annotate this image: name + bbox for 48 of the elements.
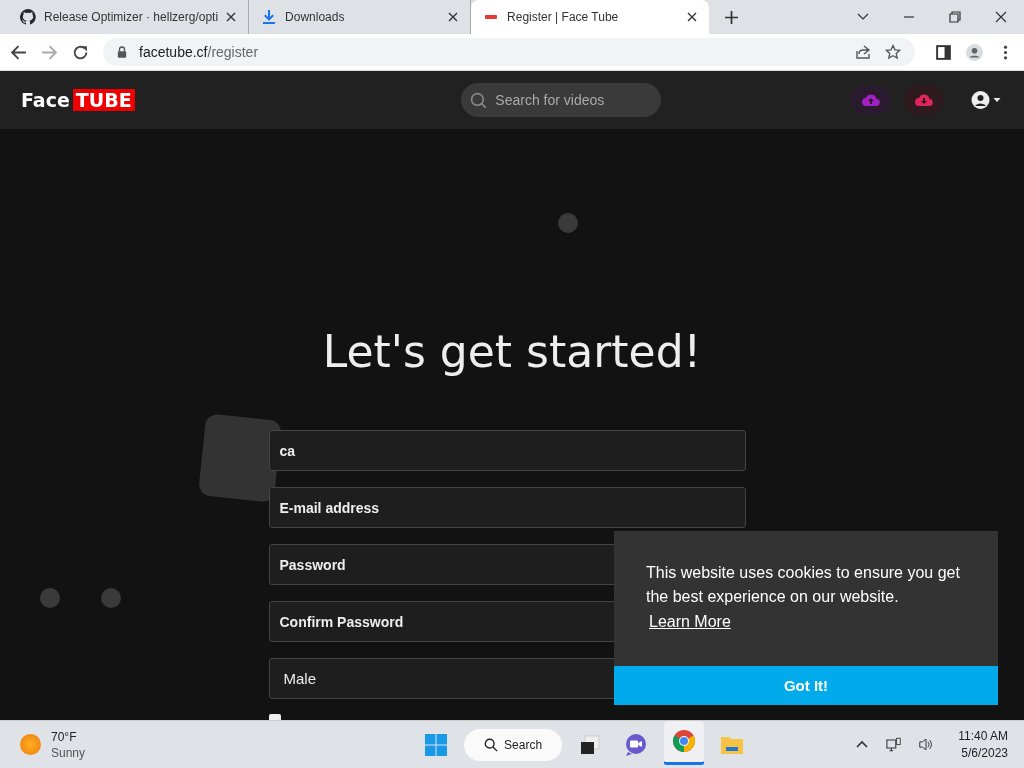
page-heading: Let's get started! — [322, 325, 702, 379]
clock-time: 11:40 AM — [958, 727, 1008, 745]
video-chat-icon[interactable] — [624, 732, 649, 757]
chrome-icon — [672, 729, 697, 753]
upload-button[interactable] — [851, 85, 891, 115]
input-field[interactable]: ca — [268, 430, 746, 471]
download-button[interactable] — [904, 85, 944, 115]
address-bar[interactable]: facetube.cf/register — [103, 38, 915, 66]
github-icon — [20, 9, 36, 25]
new-tab-icon[interactable] — [725, 10, 739, 24]
cloud-download-icon — [914, 93, 934, 107]
sun-icon — [20, 734, 41, 755]
network-icon[interactable] — [886, 737, 903, 752]
task-view-icon[interactable] — [578, 732, 603, 757]
browser-tab[interactable]: Register | Face Tube — [471, 0, 710, 34]
tab-title: Release Optimizer · hellzerg/opti — [44, 10, 219, 24]
floating-circle — [40, 588, 60, 608]
tab-title: Register | Face Tube — [507, 10, 620, 24]
profile-icon[interactable] — [966, 43, 983, 61]
start-icon[interactable] — [424, 732, 449, 757]
search-icon — [470, 92, 488, 109]
floating-circle — [101, 588, 121, 608]
tab-title: Downloads — [285, 10, 346, 24]
taskbar-search-button[interactable]: Search — [464, 728, 563, 761]
star-icon[interactable] — [885, 44, 901, 60]
floating-circle — [558, 213, 578, 233]
reload-icon[interactable] — [72, 43, 89, 61]
share-icon[interactable] — [855, 44, 871, 60]
clock-date: 5/6/2023 — [961, 744, 1008, 762]
close-icon[interactable] — [448, 12, 459, 22]
close-icon[interactable] — [995, 11, 1007, 23]
temperature: 70°F — [51, 728, 78, 745]
search-field[interactable]: Search for videos — [461, 83, 662, 117]
search-icon — [484, 737, 499, 752]
learn-more-link[interactable]: Learn More — [649, 613, 731, 631]
side-panel-icon[interactable] — [935, 43, 952, 61]
back-arrow-icon[interactable] — [10, 43, 27, 61]
volume-icon[interactable] — [918, 737, 935, 752]
input-field[interactable]: E-mail address — [268, 487, 746, 528]
close-icon[interactable] — [226, 12, 237, 22]
url-text: facetube.cf/register — [139, 44, 259, 60]
weather-condition: Sunny — [51, 744, 86, 761]
download-icon — [261, 9, 278, 25]
close-icon[interactable] — [687, 12, 698, 22]
lock-icon — [117, 46, 127, 58]
cloud-upload-icon — [861, 93, 881, 107]
chrome-taskbar-button[interactable] — [664, 721, 705, 768]
restore-icon[interactable] — [949, 11, 961, 23]
